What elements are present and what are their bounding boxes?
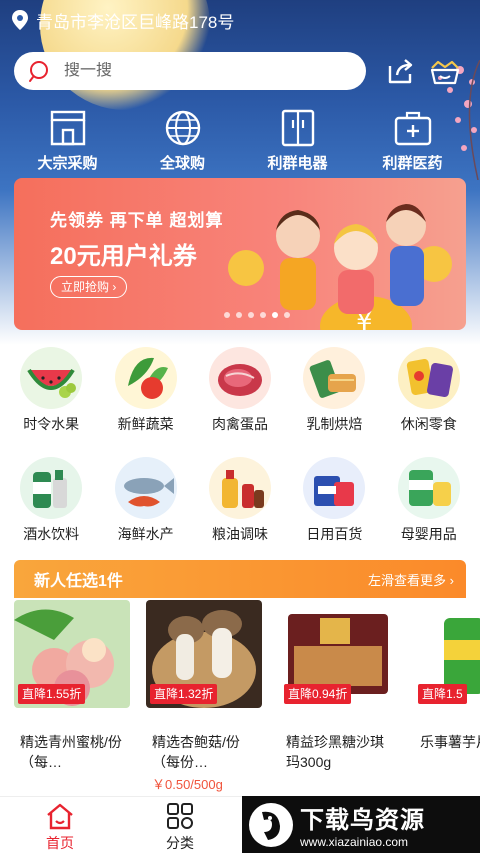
- category-label: 日用百货: [306, 526, 363, 542]
- category-grid: 时令水果 新鲜蔬菜 肉禽蛋品 乳制烘焙 休闲零食 酒水饮料 海鲜水产 粮油调味 …: [0, 346, 480, 556]
- location-address: 青岛市李沧区巨峰路178号: [36, 12, 235, 32]
- seafood-icon: [114, 457, 177, 519]
- quick-nav-label: 大宗采购: [37, 155, 98, 172]
- banner-illustration: ¥: [228, 204, 452, 330]
- discount-badge: 直降0.94折: [284, 684, 352, 704]
- share-icon[interactable]: [384, 54, 418, 88]
- category-label: 酒水饮料: [23, 526, 80, 542]
- quick-nav-label: 利群医药: [382, 155, 443, 172]
- discount-badge: 直降1.32折: [150, 684, 218, 704]
- category-label: 肉禽蛋品: [211, 416, 268, 432]
- quick-nav-label: 利群电器: [267, 155, 328, 172]
- category-label: 新鲜蔬菜: [117, 416, 174, 432]
- pagination-dot-active[interactable]: [272, 312, 278, 318]
- product-name: 精选杏鲍菇/份（每份…: [152, 734, 240, 770]
- product-image: 直降0.94折: [280, 600, 396, 708]
- product-image: 直降1.32折: [146, 600, 262, 708]
- oil-icon: [208, 457, 271, 519]
- location-selector[interactable]: 青岛市李沧区巨峰路178号: [10, 8, 234, 32]
- category-meat[interactable]: 肉禽蛋品: [194, 346, 286, 434]
- category-drinks[interactable]: 酒水饮料: [5, 456, 97, 544]
- category-label: 休闲零食: [400, 416, 457, 432]
- category-snacks[interactable]: 休闲零食: [383, 346, 475, 434]
- product-image: 直降1.5: [414, 600, 480, 708]
- quick-nav-appliances[interactable]: 利群电器: [248, 108, 348, 174]
- promo-title: 新人任选1件: [34, 573, 123, 590]
- watermark-url: www.xiazainiao.com: [300, 835, 409, 849]
- promo-banner[interactable]: 先领券 再下单 超划算 20元用户礼券 立即抢购 › ¥: [14, 178, 466, 330]
- category-label: 海鲜水产: [117, 526, 174, 542]
- category-seafood[interactable]: 海鲜水产: [100, 456, 192, 544]
- location-pin-icon: [12, 10, 28, 30]
- bread-icon: [303, 347, 366, 409]
- new-user-promo-header: 新人任选1件 左滑查看更多 ›: [14, 560, 466, 598]
- snacks-icon: [397, 347, 460, 409]
- crown-basket-icon[interactable]: [428, 54, 462, 88]
- meat-icon: [208, 347, 271, 409]
- category-baby[interactable]: 母婴用品: [383, 456, 475, 544]
- category-label: 粮油调味: [211, 526, 268, 542]
- tab-home[interactable]: 首页: [0, 797, 120, 853]
- site-watermark: 下载鸟资源 www.xiazainiao.com: [242, 796, 480, 853]
- category-grain-oil[interactable]: 粮油调味: [194, 456, 286, 544]
- daily-goods-icon: [303, 457, 366, 519]
- watermark-title: 下载鸟资源: [300, 807, 425, 834]
- search-input[interactable]: [64, 62, 324, 80]
- category-label: 时令水果: [23, 416, 80, 432]
- globe-icon: [165, 110, 200, 146]
- promo-more-link[interactable]: 左滑查看更多 ›: [368, 570, 454, 589]
- category-fruit[interactable]: 时令水果: [5, 346, 97, 434]
- product-image: 直降1.55折: [14, 600, 130, 708]
- category-dairy-bakery[interactable]: 乳制烘焙: [288, 346, 380, 434]
- home-icon: [47, 803, 73, 830]
- pagination-dot[interactable]: [236, 312, 242, 318]
- quick-nav: 大宗采购 全球购 利群电器 利群医药: [0, 108, 480, 174]
- quick-nav-global[interactable]: 全球购: [133, 108, 233, 174]
- bird-logo-icon: [249, 802, 293, 847]
- tab-label: 分类: [166, 835, 194, 851]
- quick-nav-bulk-purchase[interactable]: 大宗采购: [18, 108, 118, 174]
- fridge-icon: [281, 109, 314, 147]
- category-grid-icon: [167, 803, 193, 829]
- search-icon: [29, 61, 48, 82]
- pagination-dot[interactable]: [284, 312, 290, 318]
- quick-nav-pharmacy[interactable]: 利群医药: [363, 108, 463, 174]
- banner-headline: 20元用户礼券: [50, 243, 197, 270]
- pagination-dot[interactable]: [248, 312, 254, 318]
- banner-pagination: [224, 312, 290, 318]
- product-card[interactable]: 直降1.32折 精选杏鲍菇/份（每份… ￥0.50/500g: [146, 600, 268, 793]
- product-name: 精选青州蜜桃/份（每…: [20, 734, 122, 770]
- medical-kit-icon: [394, 111, 431, 146]
- watermelon-icon: [20, 347, 83, 409]
- banner-tagline: 先领券 再下单 超划算: [50, 211, 224, 230]
- vegetables-icon: [114, 347, 177, 409]
- product-card[interactable]: 直降0.94折 精益珍黑糖沙琪玛300g: [280, 600, 402, 774]
- beer-icon: [20, 457, 83, 519]
- discount-badge: 直降1.5: [418, 684, 467, 704]
- product-card[interactable]: 直降1.5 乐事薯芋片沁: [414, 600, 480, 774]
- pagination-dot[interactable]: [260, 312, 266, 318]
- product-name: 乐事薯芋片沁: [420, 734, 480, 750]
- tab-category[interactable]: 分类: [120, 797, 240, 853]
- product-carousel[interactable]: 直降1.55折 精选青州蜜桃/份（每… 直降1.32折 精选杏鲍菇/份（每份… …: [0, 600, 480, 796]
- baby-goods-icon: [397, 457, 460, 519]
- pagination-dot[interactable]: [224, 312, 230, 318]
- product-price: ￥0.50/500g: [152, 777, 223, 792]
- banner-buy-button[interactable]: 立即抢购 ›: [50, 276, 128, 298]
- category-label: 母婴用品: [400, 526, 457, 542]
- search-bar[interactable]: [14, 52, 366, 90]
- category-label: 乳制烘焙: [306, 416, 363, 432]
- discount-badge: 直降1.55折: [18, 684, 86, 704]
- store-icon: [50, 110, 85, 146]
- category-daily-goods[interactable]: 日用百货: [288, 456, 380, 544]
- product-name: 精益珍黑糖沙琪玛300g: [286, 734, 384, 770]
- category-vegetables[interactable]: 新鲜蔬菜: [100, 346, 192, 434]
- quick-nav-label: 全球购: [159, 155, 205, 172]
- tab-label: 首页: [46, 835, 74, 851]
- product-card[interactable]: 直降1.55折 精选青州蜜桃/份（每…: [14, 600, 136, 774]
